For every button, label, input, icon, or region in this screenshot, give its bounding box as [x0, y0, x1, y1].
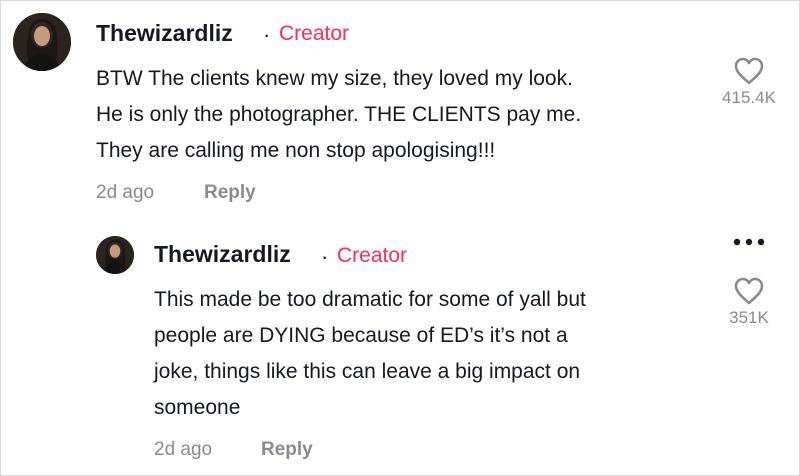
separator-dot: ·: [263, 22, 271, 47]
more-options-icon[interactable]: [730, 237, 768, 247]
profile-photo-icon: [13, 13, 71, 71]
comment-timestamp: 2d ago: [96, 182, 155, 203]
heart-outline-icon[interactable]: [732, 56, 766, 86]
comment-username[interactable]: Thewizardliz: [96, 20, 233, 47]
reply-text-line: This made be too dramatic for some of ya…: [154, 288, 586, 311]
like-count: 351K: [729, 308, 769, 327]
creator-badge: Creator: [279, 22, 350, 45]
reply-button[interactable]: Reply: [204, 182, 256, 204]
reply-text-line: someone: [154, 396, 241, 419]
reply-timestamp: 2d ago: [154, 439, 213, 460]
like-count: 415.4K: [722, 88, 776, 107]
separator-dot: ·: [321, 244, 329, 269]
heart-outline-icon[interactable]: [732, 276, 766, 306]
creator-badge: Creator: [337, 244, 408, 267]
reply-text-line: people are DYING because of ED’s it’s no…: [154, 324, 568, 347]
comment-text-line: They are calling me non stop apologising…: [96, 139, 496, 162]
comment-text-line: BTW The clients knew my size, they loved…: [96, 67, 573, 90]
reply-text-line: joke, things like this can leave a big i…: [154, 360, 581, 383]
comment-thread: Thewizardliz · Creator BTW The clients k…: [0, 0, 800, 476]
reply-button[interactable]: Reply: [261, 439, 313, 461]
comment-text-line: He is only the photographer. THE CLIENTS…: [96, 103, 582, 126]
profile-photo-icon: [96, 236, 134, 274]
avatar[interactable]: [96, 236, 134, 274]
avatar[interactable]: [13, 13, 71, 71]
reply-username[interactable]: Thewizardliz: [154, 241, 291, 268]
